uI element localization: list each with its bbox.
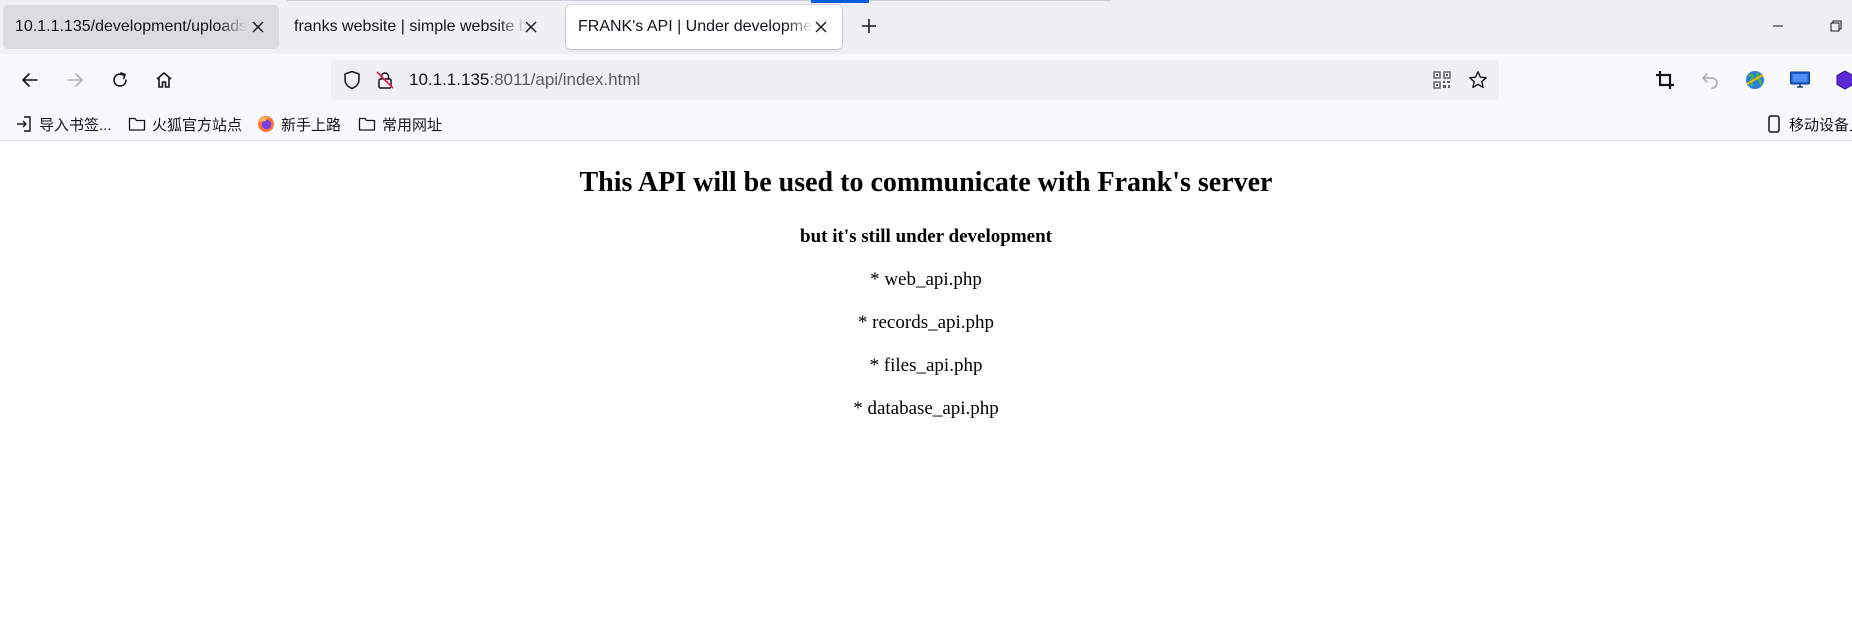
- tab-strip-top-border: [287, 0, 1111, 1]
- bookmark-folder-common[interactable]: 常用网址: [357, 113, 442, 135]
- undo-button[interactable]: [1697, 67, 1723, 93]
- extension-globe-button[interactable]: [1742, 67, 1768, 93]
- close-icon[interactable]: [810, 16, 832, 38]
- plus-icon: [861, 18, 877, 34]
- home-button[interactable]: [149, 65, 179, 95]
- extension-cube-button[interactable]: [1832, 67, 1852, 93]
- bookmark-folder-official[interactable]: 火狐官方站点: [127, 113, 242, 135]
- bookmark-label: 新手上路: [281, 116, 342, 134]
- close-icon[interactable]: [247, 16, 269, 38]
- bookmarks-toolbar: 导入书签... 火狐官方站点 新手上路 常用网址 移动设备上: [0, 106, 1852, 141]
- minimize-icon: [1772, 20, 1784, 32]
- url-bar[interactable]: 10.1.1.135:8011/api/index.html: [331, 60, 1499, 100]
- globe-icon: [1744, 69, 1766, 91]
- arrow-left-icon: [20, 70, 40, 90]
- restore-icon: [1830, 20, 1842, 32]
- restore-button[interactable]: [1824, 14, 1848, 38]
- page-content: This API will be used to communicate wit…: [0, 142, 1852, 634]
- tab-uploads[interactable]: 10.1.1.135/development/uploads/: [3, 5, 279, 49]
- tab-franks-website[interactable]: franks website | simple website browser …: [282, 5, 552, 49]
- api-list-item: * files_api.php: [869, 355, 983, 376]
- home-icon: [154, 70, 174, 90]
- bookmark-import[interactable]: 导入书签...: [14, 113, 112, 135]
- forward-button[interactable]: [60, 65, 90, 95]
- screenshot-button[interactable]: [1652, 67, 1678, 93]
- bookmark-label: 导入书签...: [39, 116, 112, 134]
- tab-title: 10.1.1.135/development/uploads/: [15, 18, 247, 35]
- bookmark-getting-started[interactable]: 新手上路: [256, 113, 341, 135]
- url-host: 10.1.1.135: [409, 70, 490, 89]
- firefox-icon: [256, 114, 276, 134]
- tab-franks-api[interactable]: FRANK's API | Under development: [566, 5, 842, 49]
- reload-button[interactable]: [105, 65, 135, 95]
- folder-icon: [127, 114, 147, 134]
- folder-icon: [357, 114, 377, 134]
- tab-load-indicator: [811, 0, 869, 3]
- back-button[interactable]: [15, 65, 45, 95]
- new-tab-button[interactable]: [856, 13, 882, 39]
- crop-icon: [1655, 70, 1675, 90]
- url-path: :8011/api/index.html: [489, 70, 641, 89]
- bookmark-mobile-devices[interactable]: 移动设备上: [1764, 113, 1852, 135]
- tab-title: FRANK's API | Under development: [578, 18, 814, 35]
- api-list-item: * database_api.php: [853, 398, 999, 419]
- minimize-button[interactable]: [1766, 14, 1790, 38]
- reload-icon: [110, 70, 130, 90]
- page-heading: This API will be used to communicate wit…: [579, 167, 1273, 198]
- tab-strip: 10.1.1.135/development/uploads/ franks w…: [0, 0, 1852, 54]
- api-list-item: * web_api.php: [870, 269, 982, 290]
- api-list-item: * records_api.php: [857, 312, 995, 333]
- qr-code-icon[interactable]: [1431, 69, 1453, 91]
- bookmark-label: 移动设备上: [1789, 116, 1852, 134]
- shield-icon[interactable]: [341, 69, 363, 91]
- navigation-toolbar: 10.1.1.135:8011/api/index.html: [0, 54, 1852, 106]
- tab-title: franks website | simple website browser …: [294, 18, 526, 35]
- cube-icon: [1834, 69, 1852, 91]
- star-icon[interactable]: [1467, 69, 1489, 91]
- url-text[interactable]: 10.1.1.135:8011/api/index.html: [409, 70, 640, 90]
- undo-icon: [1700, 70, 1720, 90]
- insecure-lock-icon[interactable]: [374, 69, 396, 91]
- monitor-icon: [1789, 70, 1811, 90]
- bookmark-label: 常用网址: [382, 116, 443, 134]
- import-icon: [14, 114, 34, 134]
- page-subheading: but it's still under development: [800, 226, 1052, 247]
- close-icon[interactable]: [520, 16, 542, 38]
- extension-monitor-button[interactable]: [1787, 67, 1813, 93]
- arrow-right-icon: [65, 70, 85, 90]
- bookmark-label: 火狐官方站点: [152, 116, 243, 134]
- phone-icon: [1764, 114, 1784, 134]
